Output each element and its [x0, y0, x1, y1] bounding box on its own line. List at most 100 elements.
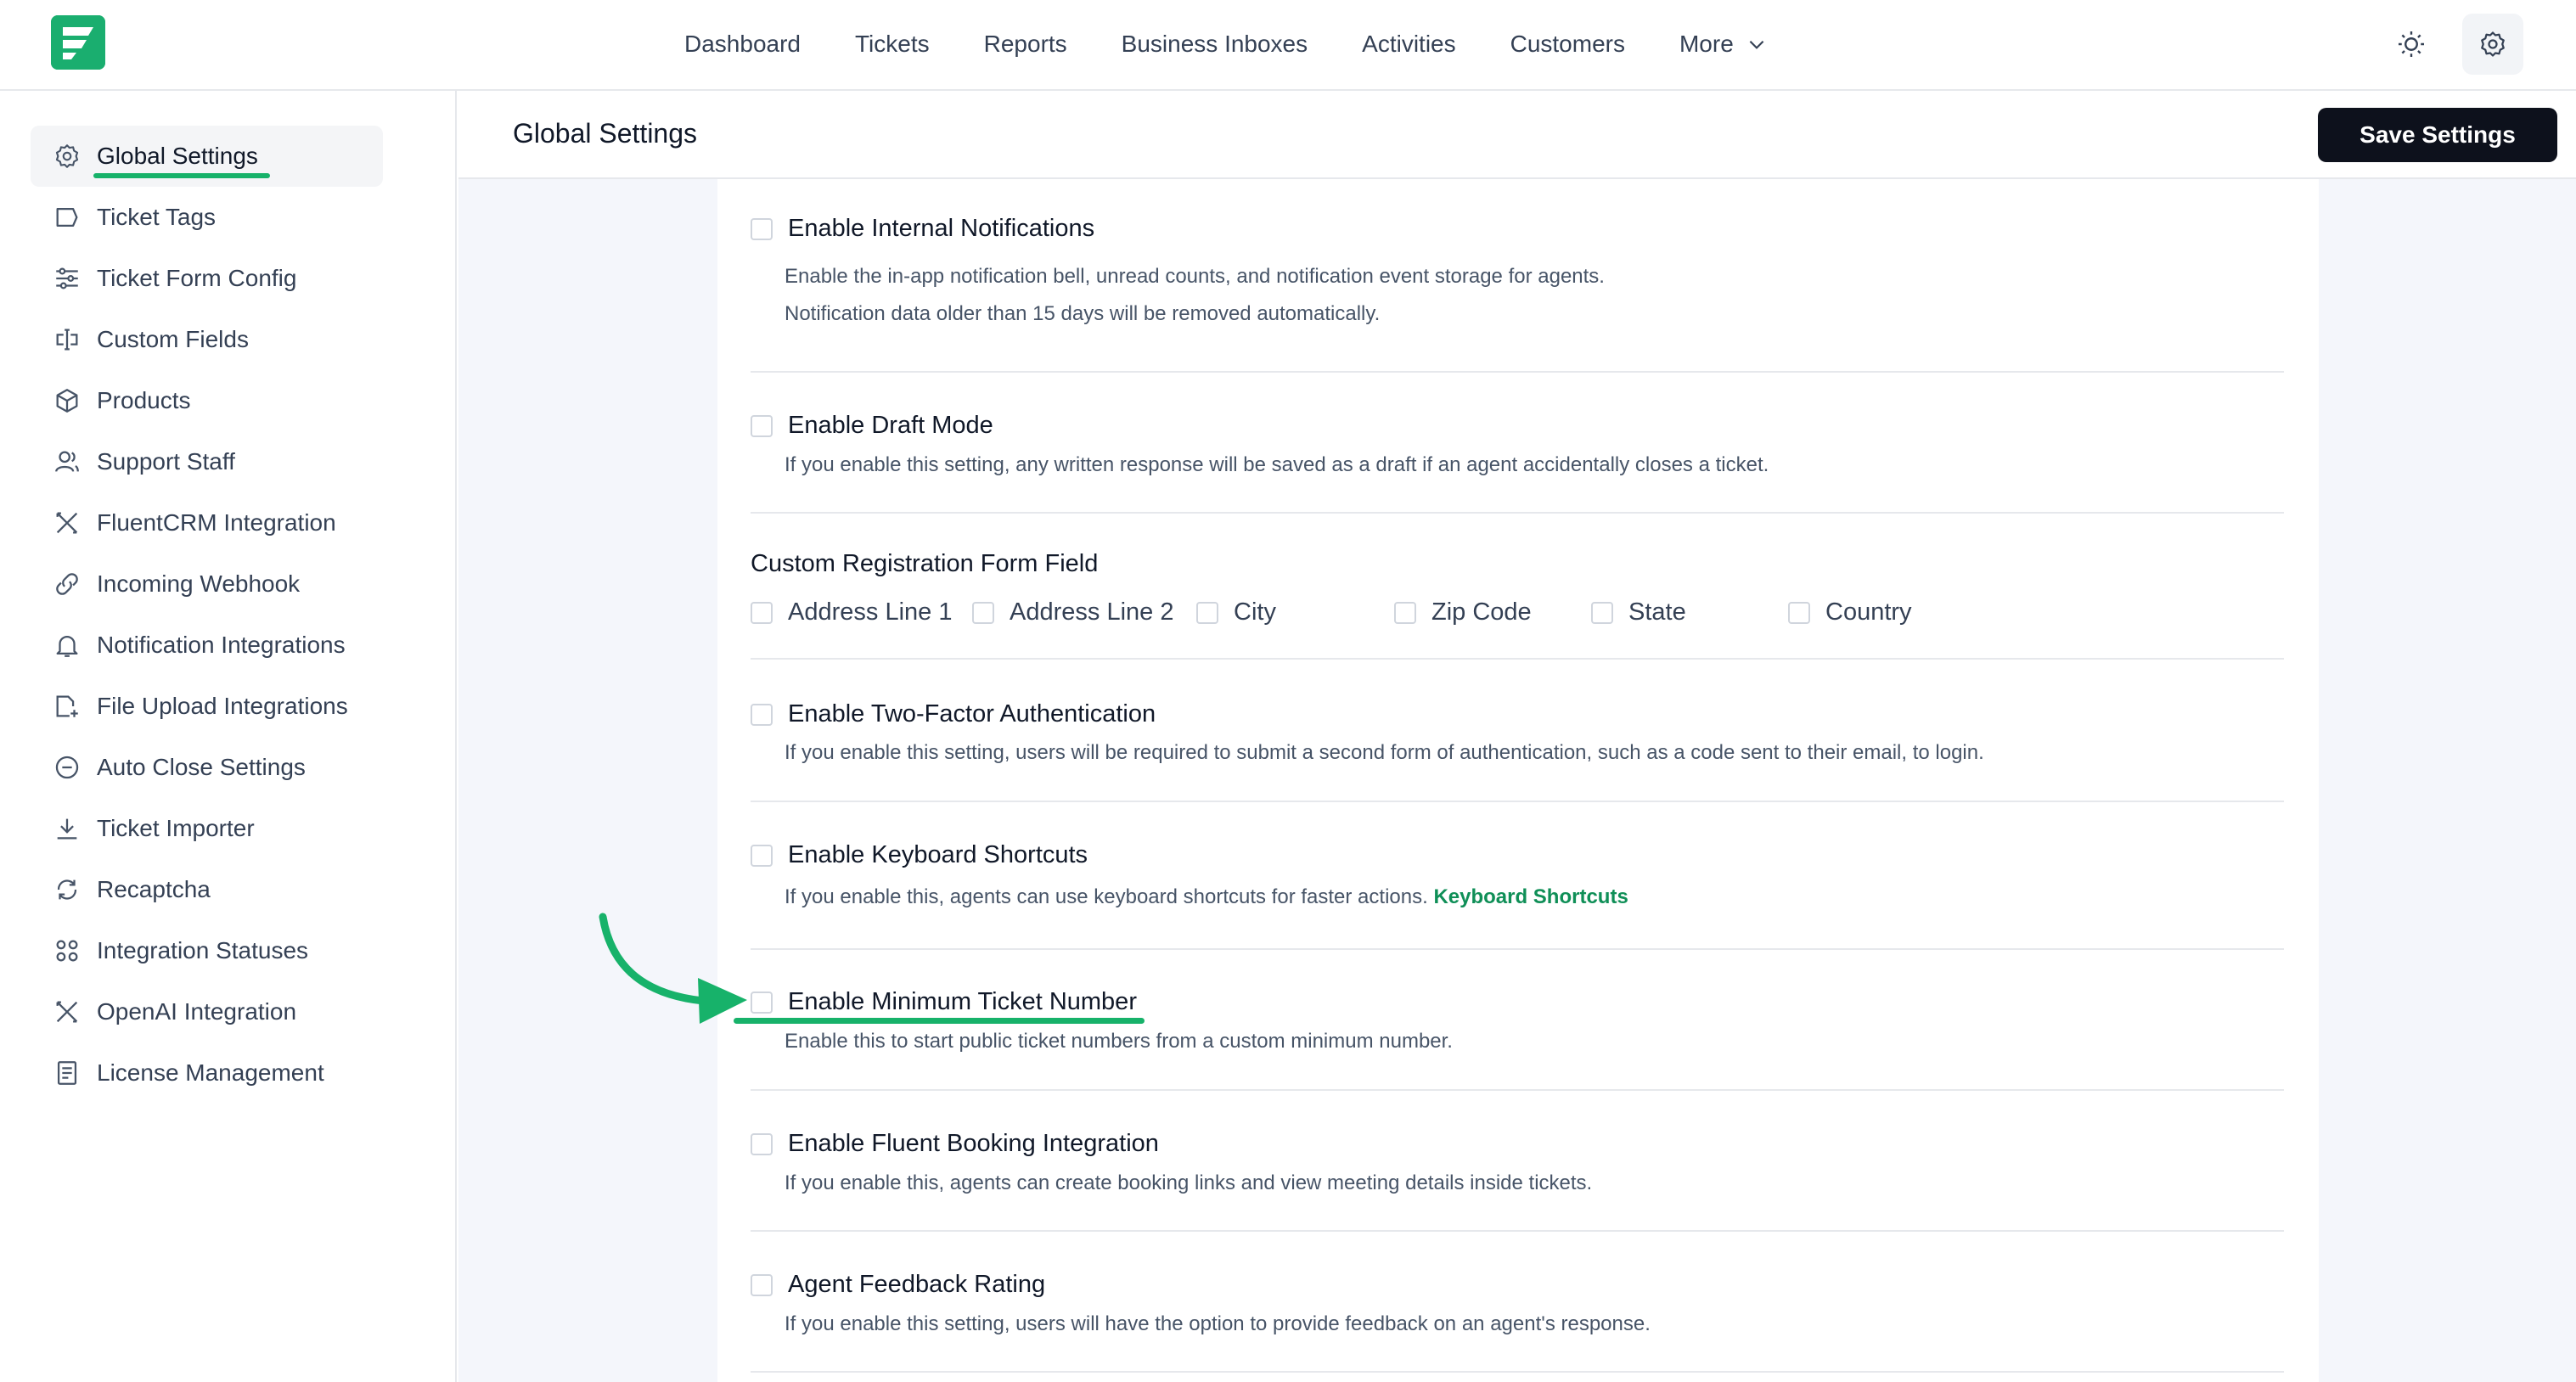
- highlight-underline: [734, 1018, 1145, 1024]
- internal-notifications-checkbox[interactable]: [751, 218, 773, 240]
- nav-tickets[interactable]: Tickets: [855, 31, 930, 58]
- zip-code-checkbox[interactable]: [1394, 602, 1416, 624]
- sidebar-item-file-upload-integrations[interactable]: File Upload Integrations: [31, 676, 383, 737]
- settings-panel: [717, 179, 2319, 1382]
- sidebar-item-label: Recaptcha: [97, 876, 211, 902]
- address-line-2-checkbox[interactable]: [972, 602, 994, 624]
- logo-icon: [51, 15, 105, 70]
- sidebar-item-label: License Management: [97, 1059, 324, 1086]
- state-label: State: [1628, 598, 1686, 626]
- fluent-booking-title: Enable Fluent Booking Integration: [788, 1130, 1159, 1157]
- sidebar-item-label: FluentCRM Integration: [97, 509, 336, 536]
- sun-icon: [2399, 31, 2424, 57]
- keyboard-shortcuts-desc: If you enable this, agents can use keybo…: [785, 885, 1628, 909]
- sidebar-item-label: Global Settings: [97, 143, 258, 169]
- sidebar-item-label: Integration Statuses: [97, 937, 309, 963]
- sidebar-item-support-staff[interactable]: Support Staff: [31, 431, 383, 492]
- download-icon: [53, 814, 82, 843]
- chevron-down-icon: [1749, 40, 1764, 49]
- sidebar-item-label: Auto Close Settings: [97, 754, 306, 780]
- bell-icon: [53, 631, 82, 660]
- divider: [751, 1371, 2284, 1373]
- nav-business-inboxes[interactable]: Business Inboxes: [1122, 31, 1308, 58]
- two-factor-title: Enable Two-Factor Authentication: [788, 700, 1156, 728]
- draft-mode-checkbox[interactable]: [751, 415, 773, 437]
- custom-fields-icon: [53, 325, 82, 354]
- sidebar-item-integration-statuses[interactable]: Integration Statuses: [31, 920, 383, 981]
- box-icon: [53, 386, 82, 415]
- keyboard-shortcuts-checkbox[interactable]: [751, 845, 773, 867]
- internal-notifications-title: Enable Internal Notifications: [788, 215, 1095, 242]
- top-navigation-bar: Dashboard Tickets Reports Business Inbox…: [0, 0, 2576, 91]
- sidebar-item-label: Custom Fields: [97, 326, 249, 352]
- tools-icon: [53, 997, 82, 1026]
- divider: [751, 948, 2284, 950]
- keyboard-shortcuts-title: Enable Keyboard Shortcuts: [788, 841, 1088, 868]
- nav-activities[interactable]: Activities: [1362, 31, 1455, 58]
- sidebar-item-recaptcha[interactable]: Recaptcha: [31, 859, 383, 920]
- divider: [751, 1230, 2284, 1232]
- sidebar-item-license-management[interactable]: License Management: [31, 1042, 383, 1104]
- sidebar-item-ticket-tags[interactable]: Ticket Tags: [31, 187, 383, 248]
- min-ticket-number-desc: Enable this to start public ticket numbe…: [785, 1030, 1453, 1053]
- city-label: City: [1234, 598, 1276, 626]
- feedback-rating-desc: If you enable this setting, users will h…: [785, 1312, 1651, 1335]
- nav-more[interactable]: More: [1679, 31, 1768, 58]
- tools-icon: [53, 508, 82, 537]
- tag-icon: [53, 203, 82, 232]
- divider: [751, 1089, 2284, 1091]
- sidebar-item-label: Products: [97, 387, 191, 413]
- sidebar-item-label: OpenAI Integration: [97, 998, 297, 1025]
- draft-mode-title: Enable Draft Mode: [788, 412, 993, 439]
- minus-circle-icon: [53, 753, 82, 782]
- sidebar-item-label: Ticket Tags: [97, 204, 217, 230]
- address-line-2-label: Address Line 2: [1010, 598, 1174, 626]
- feedback-rating-checkbox[interactable]: [751, 1274, 773, 1296]
- country-checkbox[interactable]: [1788, 602, 1810, 624]
- state-checkbox[interactable]: [1591, 602, 1613, 624]
- nav-more-label: More: [1679, 31, 1734, 57]
- draft-mode-desc: If you enable this setting, any written …: [785, 453, 1769, 476]
- sidebar-item-label: Support Staff: [97, 448, 235, 475]
- zip-code-label: Zip Code: [1431, 598, 1532, 626]
- sidebar-item-ticket-importer[interactable]: Ticket Importer: [31, 798, 383, 859]
- annotation-arrow-icon: [599, 913, 747, 1024]
- app-logo[interactable]: [51, 15, 105, 70]
- sidebar-item-notification-integrations[interactable]: Notification Integrations: [31, 615, 383, 676]
- main-nav: Dashboard Tickets Reports Business Inbox…: [684, 0, 1822, 88]
- sidebar-item-label: Notification Integrations: [97, 632, 346, 658]
- city-checkbox[interactable]: [1196, 602, 1218, 624]
- address-line-1-label: Address Line 1: [788, 598, 953, 626]
- sidebar-item-ticket-form-config[interactable]: Ticket Form Config: [31, 248, 383, 309]
- sidebar-item-custom-fields[interactable]: Custom Fields: [31, 309, 383, 370]
- sidebar-item-label: Ticket Importer: [97, 815, 255, 841]
- document-icon: [53, 1059, 82, 1087]
- refresh-icon: [53, 875, 82, 904]
- nav-customers[interactable]: Customers: [1510, 31, 1625, 58]
- file-upload-icon: [53, 692, 82, 721]
- sidebar-item-products[interactable]: Products: [31, 370, 383, 431]
- sliders-icon: [53, 264, 82, 293]
- settings-button[interactable]: [2462, 14, 2523, 75]
- address-line-1-checkbox[interactable]: [751, 602, 773, 624]
- keyboard-shortcuts-link[interactable]: Keyboard Shortcuts: [1433, 885, 1628, 908]
- min-ticket-number-checkbox[interactable]: [751, 992, 773, 1014]
- registration-fields-title: Custom Registration Form Field: [751, 550, 1099, 577]
- divider: [751, 512, 2284, 514]
- active-item-underline: [93, 173, 270, 178]
- theme-toggle-button[interactable]: [2381, 14, 2442, 75]
- internal-notifications-desc-retention: Notification data older than 15 days wil…: [785, 302, 1381, 325]
- keyboard-shortcuts-desc-text: If you enable this, agents can use keybo…: [785, 885, 1428, 908]
- country-label: Country: [1825, 598, 1912, 626]
- fluent-booking-checkbox[interactable]: [751, 1133, 773, 1155]
- two-factor-checkbox[interactable]: [751, 704, 773, 726]
- nav-dashboard[interactable]: Dashboard: [684, 31, 801, 58]
- sidebar-item-fluentcrm-integration[interactable]: FluentCRM Integration: [31, 492, 383, 553]
- sidebar-item-auto-close-settings[interactable]: Auto Close Settings: [31, 737, 383, 798]
- feedback-rating-title: Agent Feedback Rating: [788, 1271, 1046, 1298]
- content-header: Global Settings Save Settings: [458, 91, 2576, 179]
- save-settings-button[interactable]: Save Settings: [2318, 108, 2557, 162]
- nav-reports[interactable]: Reports: [984, 31, 1067, 58]
- sidebar-item-openai-integration[interactable]: OpenAI Integration: [31, 981, 383, 1042]
- sidebar-item-incoming-webhook[interactable]: Incoming Webhook: [31, 553, 383, 615]
